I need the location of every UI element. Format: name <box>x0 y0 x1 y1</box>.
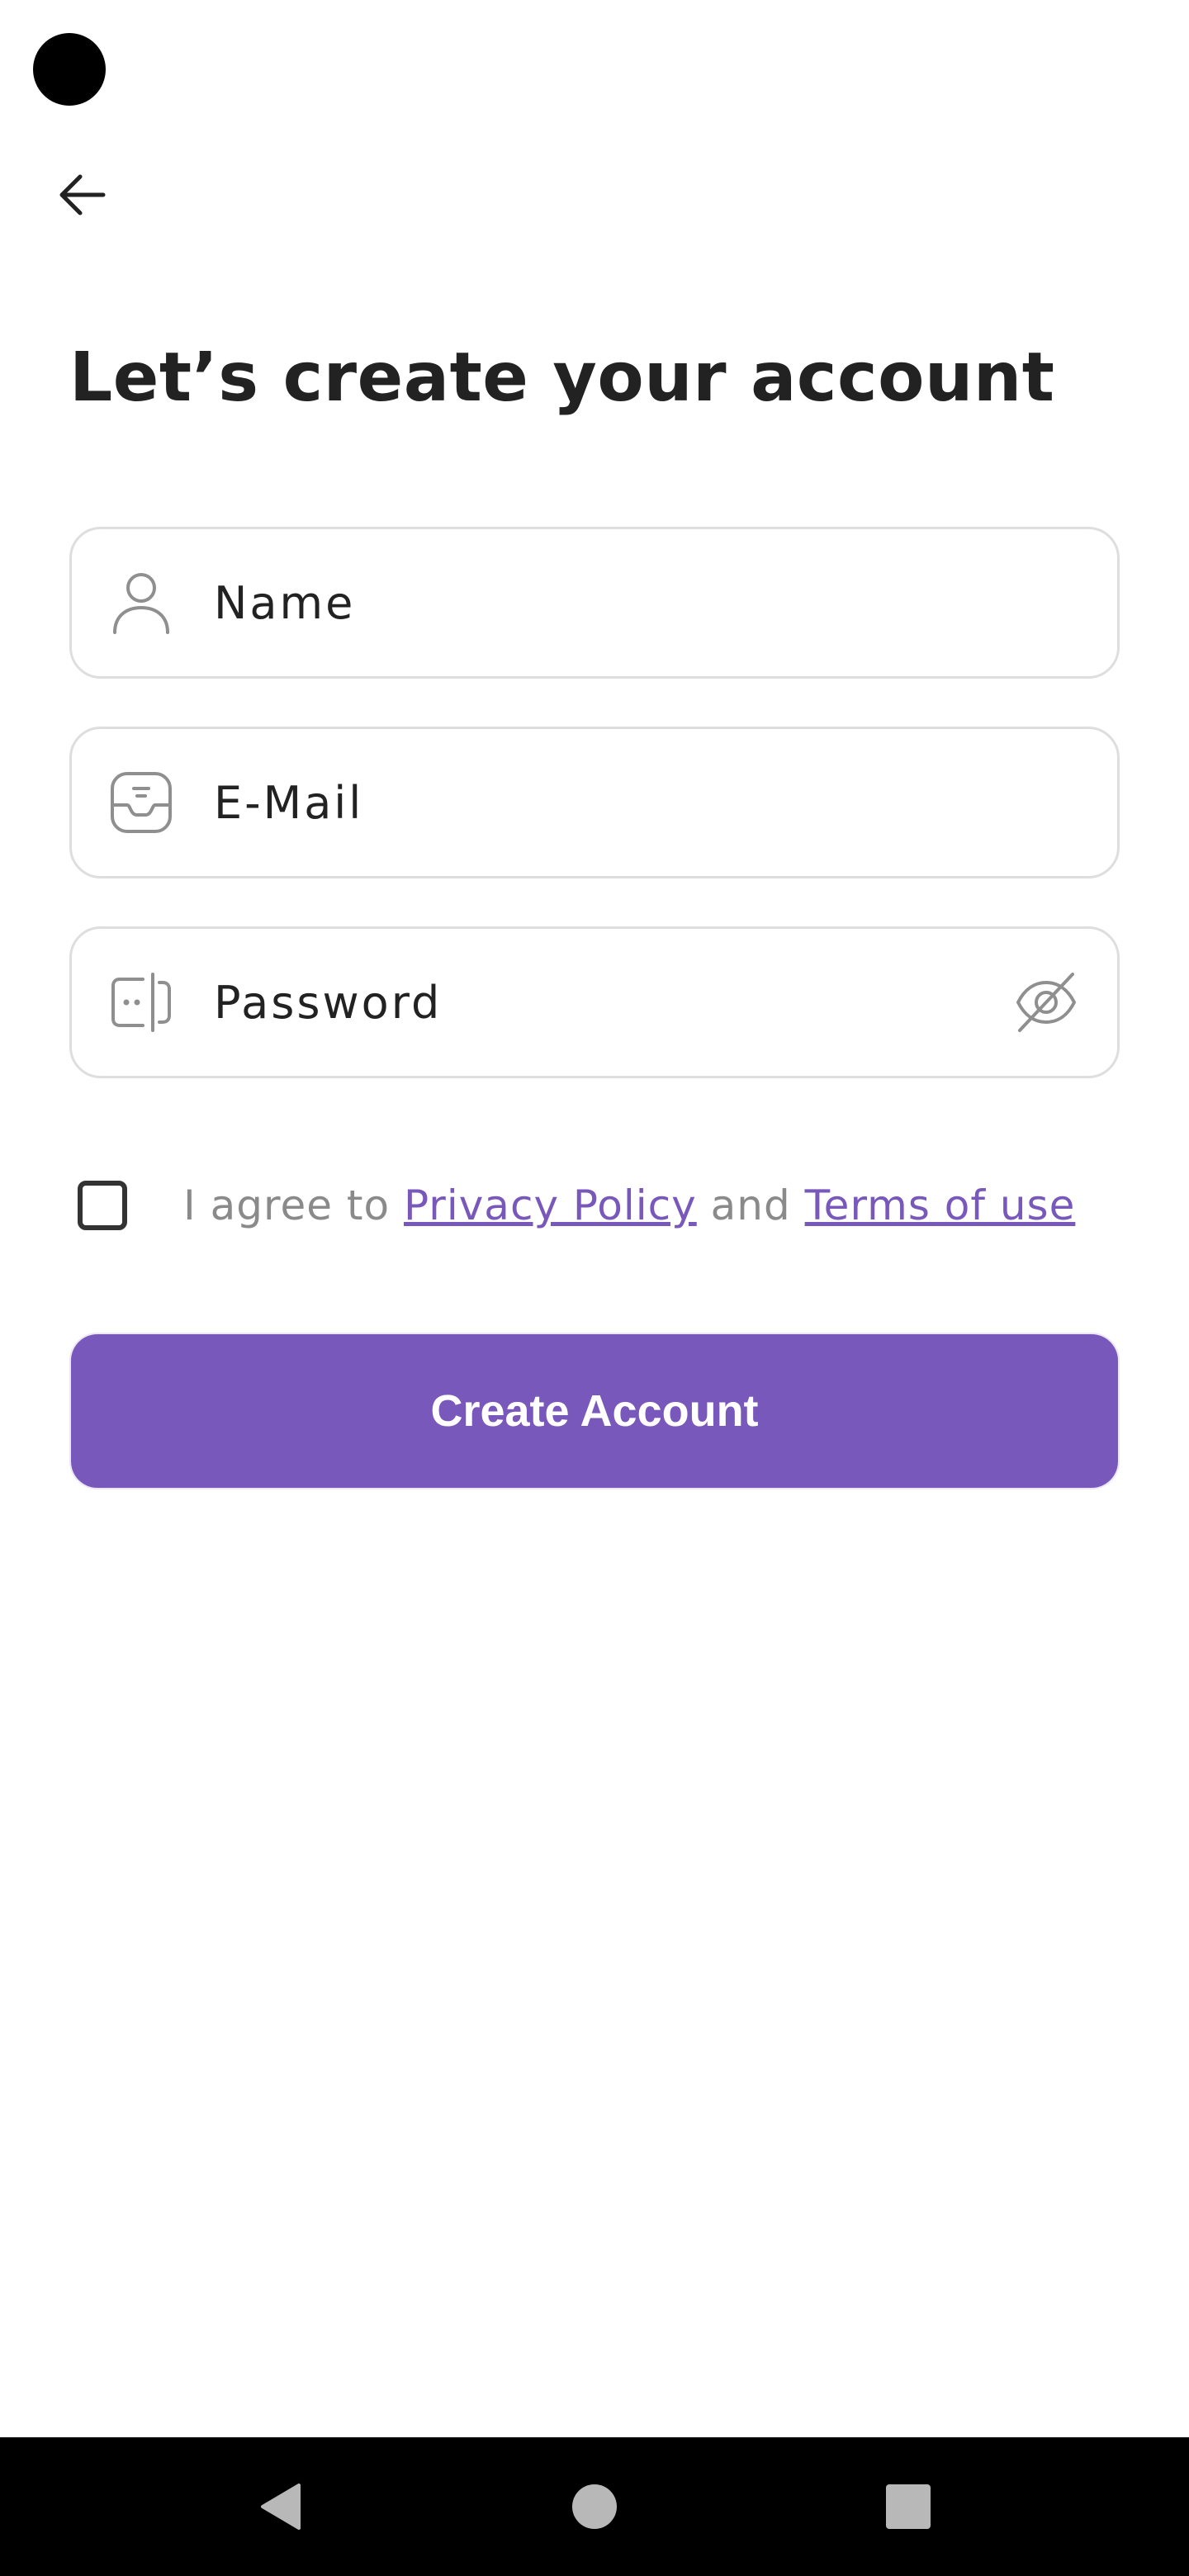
agreement-row: I agree to Privacy Policy and Terms of u… <box>78 1174 1075 1237</box>
eye-off-icon[interactable] <box>1007 963 1086 1042</box>
name-input[interactable] <box>212 528 1117 677</box>
arrow-left-icon <box>59 174 106 215</box>
user-icon <box>107 568 176 637</box>
name-field[interactable] <box>69 527 1120 679</box>
nav-recents-icon <box>886 2484 931 2529</box>
nav-home-button[interactable] <box>545 2457 644 2556</box>
nav-home-icon <box>572 2484 617 2529</box>
password-icon <box>107 968 176 1037</box>
terms-of-use-link[interactable]: Terms of use <box>805 1181 1076 1229</box>
agreement-connector: and <box>710 1181 791 1229</box>
create-account-button[interactable]: Create Account <box>71 1334 1118 1488</box>
inbox-icon <box>107 768 176 837</box>
email-field[interactable] <box>69 727 1120 878</box>
password-input[interactable] <box>212 928 1007 1077</box>
email-input[interactable] <box>212 728 1117 877</box>
agreement-prefix: I agree to <box>183 1181 391 1229</box>
agreement-text: I agree to Privacy Policy and Terms of u… <box>183 1181 1075 1229</box>
back-button[interactable] <box>46 159 119 231</box>
nav-back-button[interactable] <box>231 2457 330 2556</box>
agree-checkbox[interactable] <box>78 1181 127 1230</box>
password-field[interactable] <box>69 926 1120 1078</box>
privacy-policy-link[interactable]: Privacy Policy <box>404 1181 697 1229</box>
system-navigation-bar <box>0 2437 1189 2576</box>
page-title: Let’s create your account <box>69 339 1055 417</box>
nav-back-icon <box>261 2484 301 2530</box>
front-camera <box>33 33 106 106</box>
nav-recents-button[interactable] <box>859 2457 958 2556</box>
